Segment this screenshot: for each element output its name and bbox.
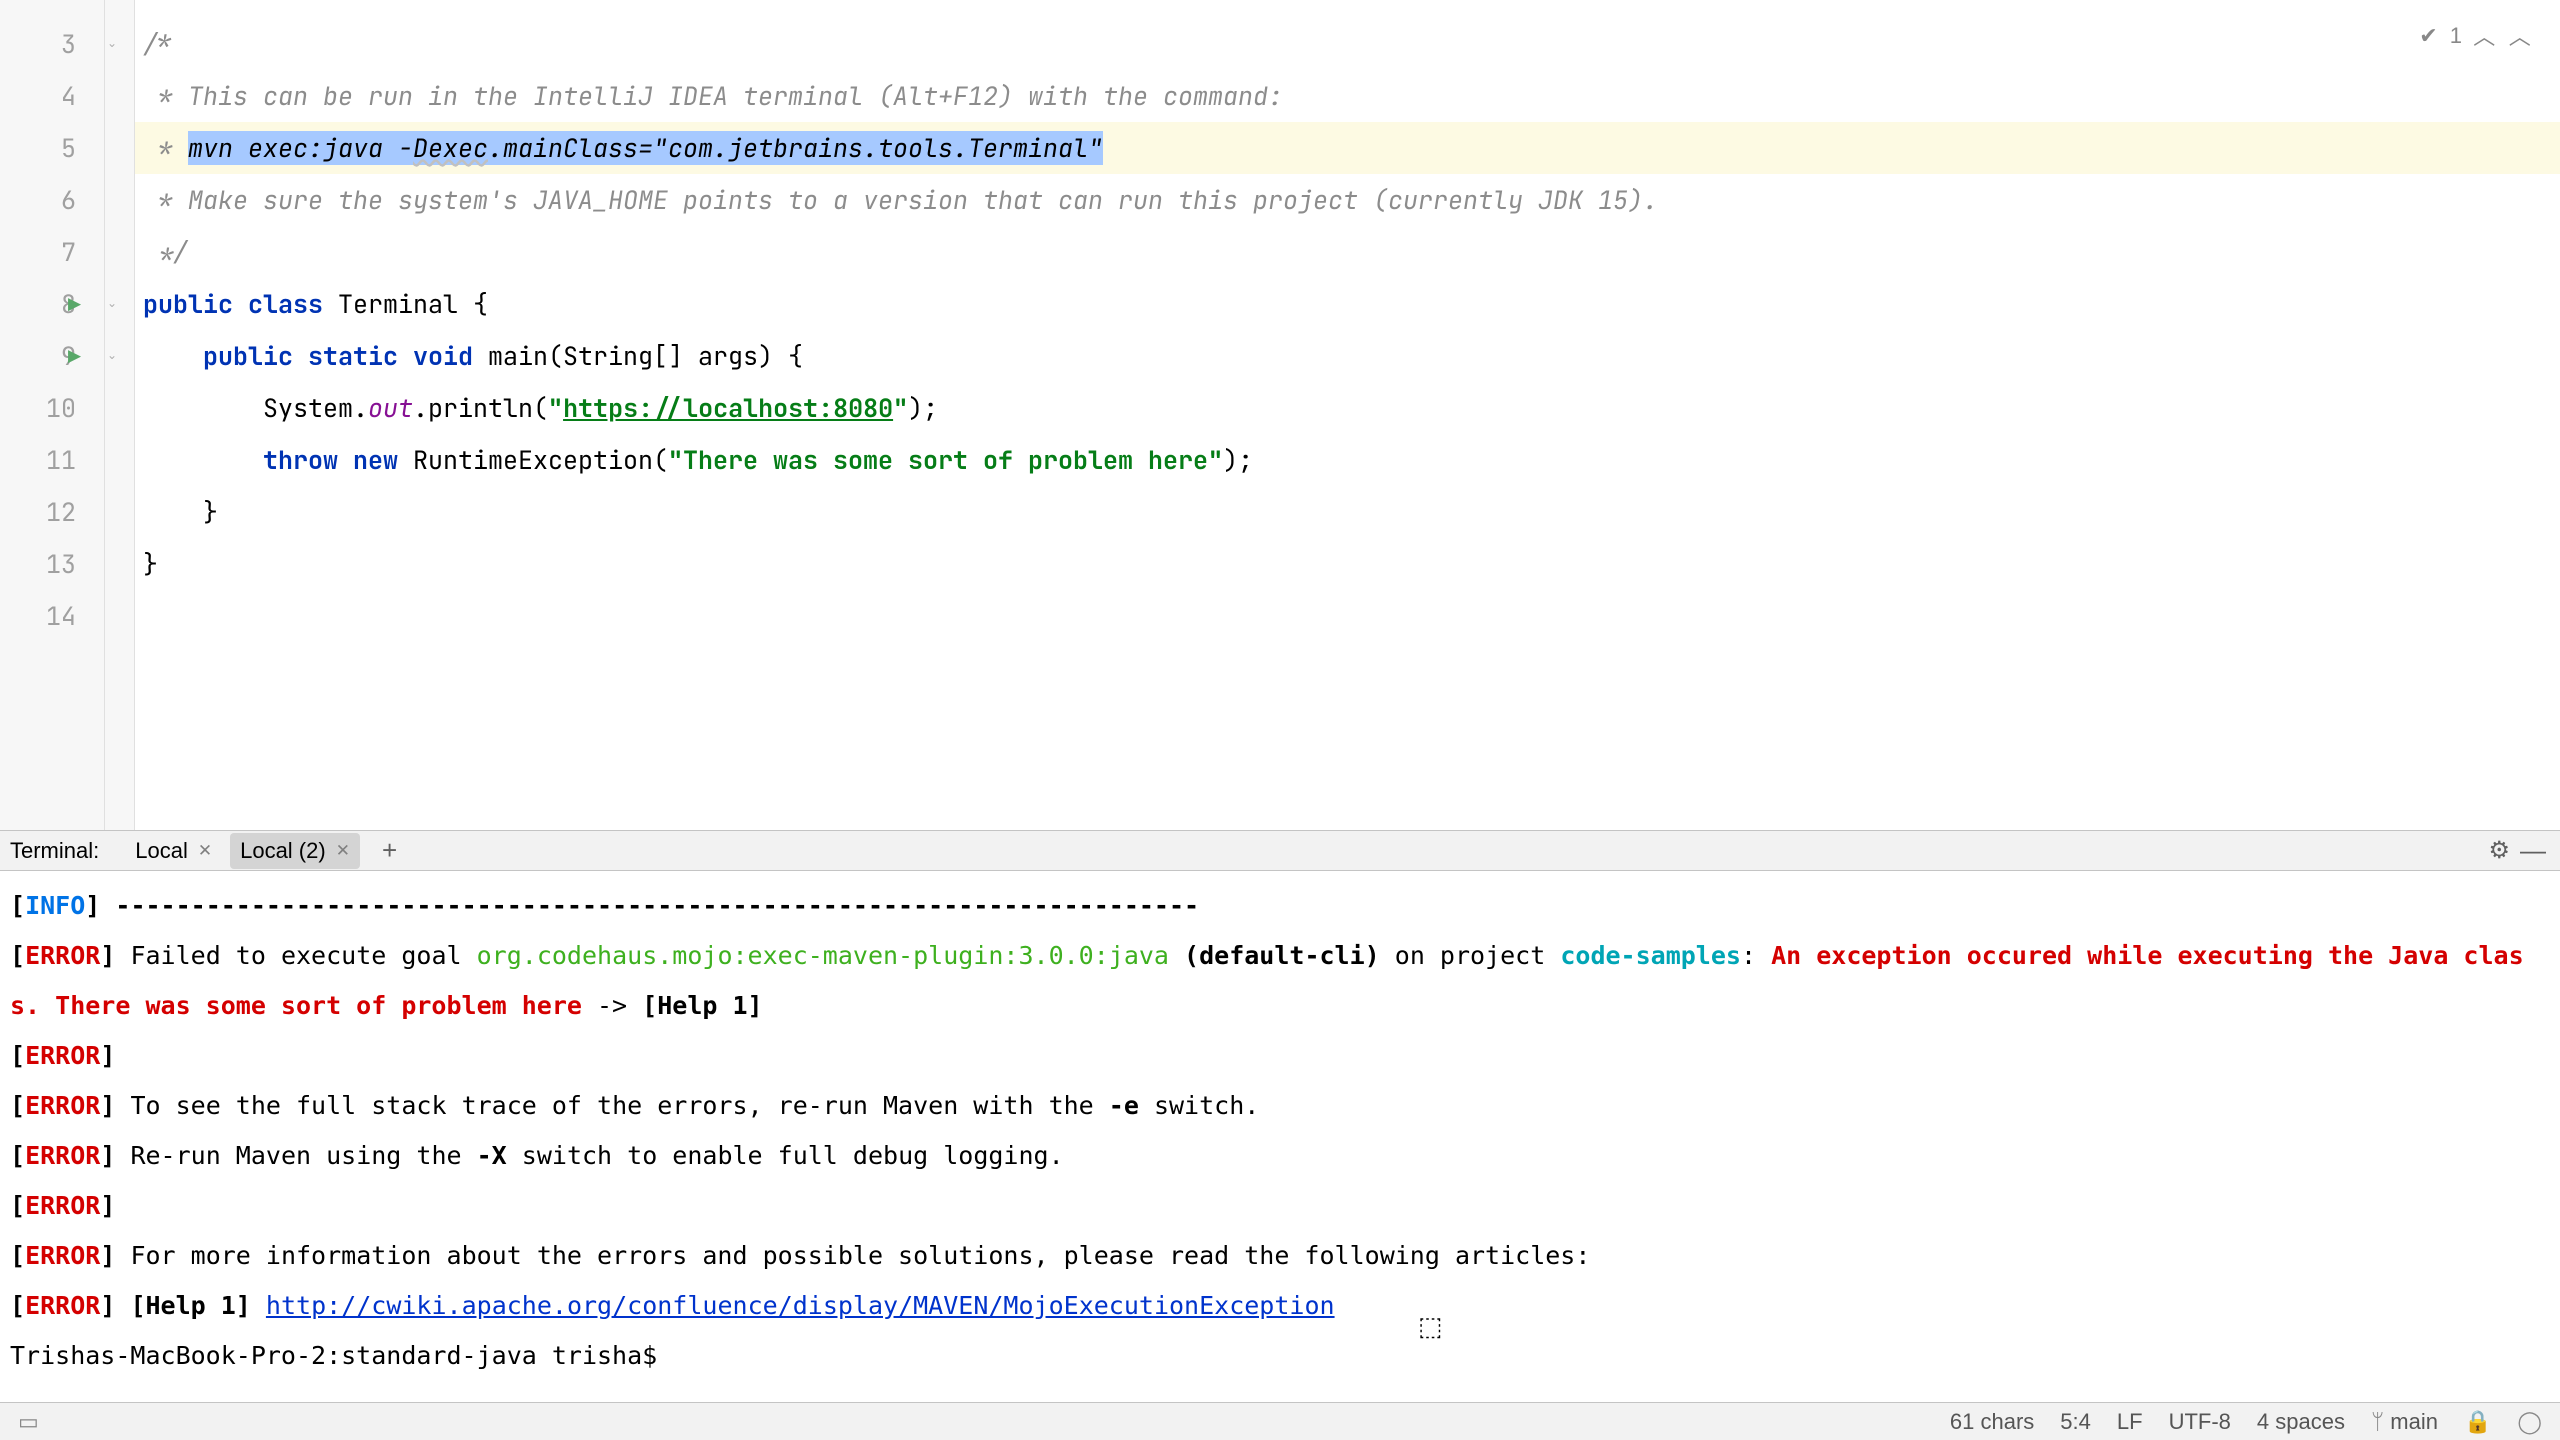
code-line[interactable] xyxy=(135,590,2560,642)
code-line[interactable]: } xyxy=(135,486,2560,538)
caret-position[interactable]: 5:4 xyxy=(2060,1409,2091,1435)
line-number[interactable]: 10 xyxy=(0,382,104,434)
hide-panel-button[interactable]: — xyxy=(2520,835,2546,866)
line-number[interactable]: 12 xyxy=(0,486,104,538)
terminal-panel: Terminal: Local ✕ Local (2) ✕ + ⚙ — [INFO] … xyxy=(0,830,2560,1380)
run-gutter-icon[interactable]: ▶ xyxy=(68,346,81,366)
editor-area: 34567▶8▶91011121314 ⌄⌄⌄ /* * This can be… xyxy=(0,0,2560,830)
search-icon[interactable]: ◯ xyxy=(2517,1409,2542,1435)
terminal-line: [ERROR] xyxy=(10,1031,2550,1081)
check-icon: ✔ xyxy=(2419,23,2437,49)
line-number[interactable]: 5 xyxy=(0,122,104,174)
fold-toggle-icon[interactable]: ⌄ xyxy=(107,348,117,362)
code-editor[interactable]: /* * This can be run in the IntelliJ IDE… xyxy=(135,0,2560,830)
code-line[interactable]: /* xyxy=(135,18,2560,70)
terminal-tab-label: Local xyxy=(135,838,188,864)
terminal-tab-bar: Terminal: Local ✕ Local (2) ✕ + ⚙ — xyxy=(0,831,2560,871)
terminal-tab-label: Local (2) xyxy=(240,838,326,864)
indent-setting[interactable]: 4 spaces xyxy=(2257,1409,2345,1435)
code-line[interactable]: throw new RuntimeException("There was so… xyxy=(135,434,2560,486)
chevron-up-icon[interactable]: 〈 xyxy=(2469,25,2501,47)
terminal-output[interactable]: [INFO] ---------------------------------… xyxy=(0,871,2560,1380)
code-line[interactable]: public class Terminal { xyxy=(135,278,2560,330)
close-icon[interactable]: ✕ xyxy=(336,841,350,861)
line-number[interactable]: 4 xyxy=(0,70,104,122)
terminal-new-tab-button[interactable]: + xyxy=(368,835,411,866)
branch-icon: ᛘ xyxy=(2371,1409,2390,1434)
line-number[interactable]: 6 xyxy=(0,174,104,226)
git-branch[interactable]: ᛘ main xyxy=(2371,1409,2438,1435)
tool-window-quick-access-icon[interactable]: ▭ xyxy=(18,1409,39,1435)
lock-icon[interactable]: 🔒 xyxy=(2464,1409,2491,1435)
line-separator[interactable]: LF xyxy=(2117,1409,2143,1435)
fold-toggle-icon[interactable]: ⌄ xyxy=(107,296,117,310)
line-number[interactable]: 3 xyxy=(0,18,104,70)
inspection-count: 1 xyxy=(2450,23,2462,49)
terminal-line: [ERROR] Re-run Maven using the -X switch… xyxy=(10,1131,2550,1181)
code-line[interactable]: * This can be run in the IntelliJ IDEA t… xyxy=(135,70,2560,122)
line-number[interactable]: 9 xyxy=(0,330,104,382)
code-line[interactable]: */ xyxy=(135,226,2560,278)
mouse-cursor-icon: ⬚ xyxy=(1418,1311,1443,1342)
fold-toggle-icon[interactable]: ⌄ xyxy=(107,36,117,50)
terminal-line: [ERROR] xyxy=(10,1181,2550,1231)
status-bar: ▭ 61 chars 5:4 LF UTF-8 4 spaces ᛘ main … xyxy=(0,1402,2560,1440)
line-number[interactable]: 14 xyxy=(0,590,104,642)
code-line[interactable]: * mvn exec:java -Dexec.mainClass="com.je… xyxy=(135,122,2560,174)
file-encoding[interactable]: UTF-8 xyxy=(2169,1409,2231,1435)
editor-inspection-widget[interactable]: ✔1 〈 〉 xyxy=(2419,20,2530,52)
code-line[interactable]: } xyxy=(135,538,2560,590)
fold-gutter: ⌄ ⌄ ⌄ xyxy=(105,0,135,830)
gear-icon[interactable]: ⚙ xyxy=(2488,836,2510,865)
line-number[interactable]: 11 xyxy=(0,434,104,486)
close-icon[interactable]: ✕ xyxy=(198,841,212,861)
terminal-link[interactable]: http://cwiki.apache.org/confluence/displ… xyxy=(266,1291,1335,1320)
code-line[interactable]: System.out.println("https://localhost:80… xyxy=(135,382,2560,434)
chevron-down-icon[interactable]: 〉 xyxy=(2503,25,2535,47)
terminal-line: Trishas-MacBook-Pro-2:standard-java tris… xyxy=(10,1331,2550,1380)
terminal-line: [ERROR] To see the full stack trace of t… xyxy=(10,1081,2550,1131)
terminal-line: [ERROR] For more information about the e… xyxy=(10,1231,2550,1281)
terminal-line: [INFO] ---------------------------------… xyxy=(10,881,2550,931)
selection-chars[interactable]: 61 chars xyxy=(1950,1409,2034,1435)
terminal-tab[interactable]: Local ✕ xyxy=(125,833,222,869)
terminal-line: [ERROR] Failed to execute goal org.codeh… xyxy=(10,931,2550,1031)
code-line[interactable]: * Make sure the system's JAVA_HOME point… xyxy=(135,174,2560,226)
line-number[interactable]: 8 xyxy=(0,278,104,330)
line-number-gutter: 34567▶8▶91011121314 xyxy=(0,0,105,830)
terminal-tab[interactable]: Local (2) ✕ xyxy=(230,833,360,869)
run-gutter-icon[interactable]: ▶ xyxy=(68,294,81,314)
code-line[interactable]: public static void main(String[] args) { xyxy=(135,330,2560,382)
line-number[interactable]: 7 xyxy=(0,226,104,278)
terminal-line: [ERROR] [Help 1] http://cwiki.apache.org… xyxy=(10,1281,2550,1331)
line-number[interactable]: 13 xyxy=(0,538,104,590)
terminal-label: Terminal: xyxy=(10,838,117,864)
